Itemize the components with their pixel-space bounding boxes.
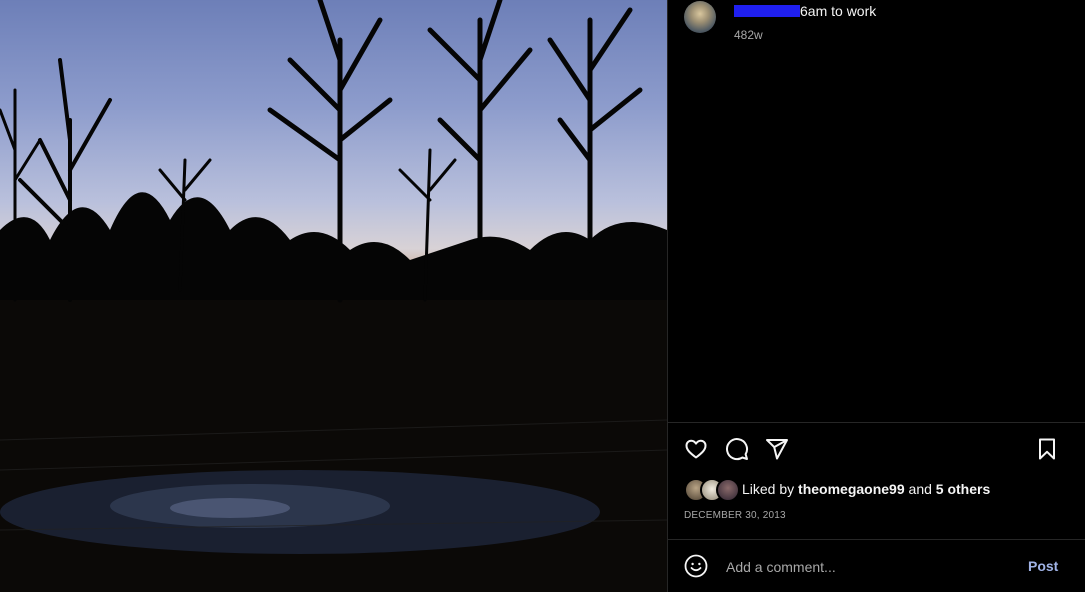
sunset-trees-image [0, 0, 667, 592]
post-age: 482w [734, 28, 763, 42]
post-date: DECEMBER 30, 2013 [684, 510, 786, 521]
comment-icon[interactable] [725, 437, 749, 461]
comment-divider [668, 539, 1085, 540]
post-caption: 6am to work [734, 3, 876, 19]
liked-by-text: Liked by theomegaone99 and 5 others [742, 481, 991, 497]
redacted-username [734, 5, 800, 17]
liker-avatar [716, 478, 740, 502]
share-icon[interactable] [765, 437, 789, 461]
bookmark-icon[interactable] [1035, 437, 1059, 461]
instagram-post-view: 6am to work 482w Liked by theomegaone99 … [0, 0, 1085, 592]
author-avatar[interactable] [684, 1, 716, 33]
post-photo[interactable] [0, 0, 667, 592]
post-side-panel: 6am to work 482w Liked by theomegaone99 … [667, 0, 1085, 592]
caption-text: 6am to work [800, 3, 877, 19]
emoji-icon[interactable] [684, 554, 708, 578]
actions-divider [668, 422, 1085, 423]
post-comment-button[interactable]: Post [1028, 558, 1058, 574]
heart-icon[interactable] [684, 437, 708, 461]
comment-input[interactable] [724, 556, 1018, 578]
liker-username-link[interactable]: theomegaone99 [798, 481, 905, 497]
likes-others-link[interactable]: 5 others [936, 481, 990, 497]
